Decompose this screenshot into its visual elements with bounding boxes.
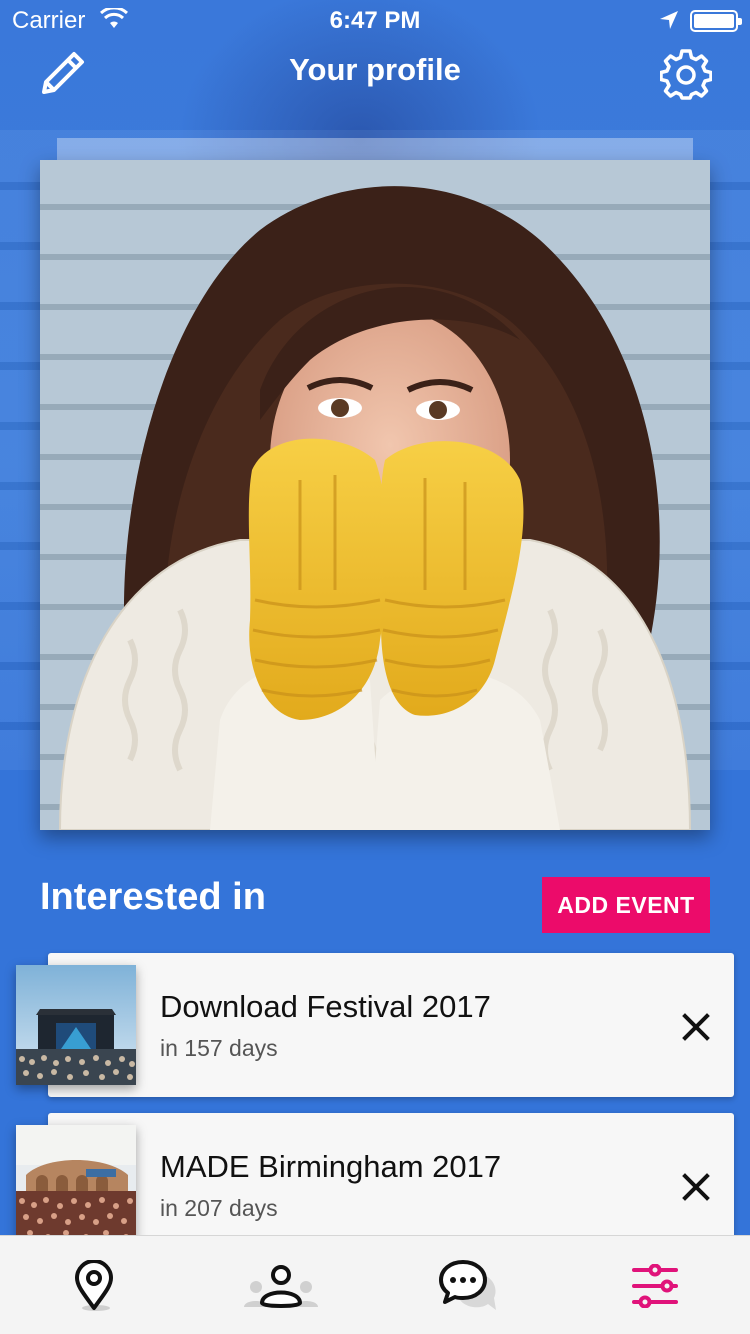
add-event-button[interactable]: ADD EVENT bbox=[542, 877, 710, 933]
battery-icon bbox=[690, 10, 742, 32]
tab-bar bbox=[0, 1235, 750, 1334]
location-arrow-icon bbox=[660, 11, 678, 29]
profile-photo[interactable] bbox=[40, 160, 710, 830]
status-time: 6:47 PM bbox=[329, 7, 421, 34]
settings-button[interactable] bbox=[659, 48, 713, 100]
event-thumbnail bbox=[16, 1125, 136, 1245]
people-icon bbox=[243, 1264, 318, 1308]
profile-photo-image bbox=[58, 186, 692, 830]
section-title-interested: Interested in bbox=[40, 876, 266, 918]
map-pin-icon bbox=[74, 1259, 113, 1311]
page-title: Your profile bbox=[289, 52, 461, 87]
tab-people[interactable] bbox=[187, 1236, 374, 1334]
event-thumbnail bbox=[16, 965, 136, 1085]
sliders-icon bbox=[631, 1263, 678, 1308]
event-name: Download Festival 2017 bbox=[160, 989, 491, 1024]
tab-map[interactable] bbox=[0, 1236, 187, 1334]
event-days: in 207 days bbox=[160, 1195, 278, 1221]
close-icon[interactable] bbox=[676, 1007, 716, 1047]
event-card[interactable]: Download Festival 2017 in 157 days bbox=[48, 953, 734, 1097]
status-bar: Carrier 6:47 PM bbox=[0, 0, 750, 40]
close-icon[interactable] bbox=[676, 1167, 716, 1207]
event-name: MADE Birmingham 2017 bbox=[160, 1149, 502, 1184]
gear-icon bbox=[659, 49, 713, 100]
tab-preferences[interactable] bbox=[561, 1236, 748, 1334]
chat-icon bbox=[438, 1259, 496, 1310]
event-days: in 157 days bbox=[160, 1035, 278, 1061]
tab-chat[interactable] bbox=[374, 1236, 561, 1334]
